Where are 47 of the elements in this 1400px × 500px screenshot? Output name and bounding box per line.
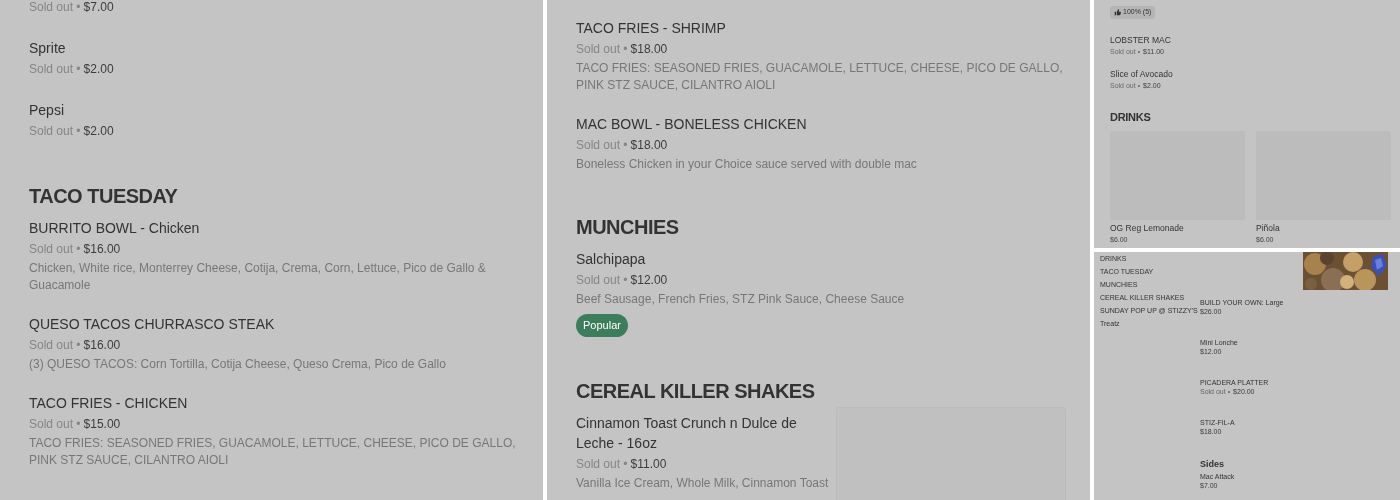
- price-label: $15.00: [83, 416, 121, 433]
- item-name[interactable]: OG Reg Lemonade: [1110, 222, 1245, 234]
- availability-label: Sold out •: [29, 241, 81, 258]
- item-name[interactable]: Salchipapa: [576, 249, 1066, 269]
- item-name[interactable]: MAC BOWL - BONELESS CHICKEN: [576, 114, 1066, 134]
- thumbs-up-icon: [1114, 9, 1121, 16]
- availability-label: Sold out •: [576, 137, 628, 154]
- section-heading: DRINKS: [1110, 110, 1152, 125]
- price-label: $2.00: [83, 123, 114, 140]
- price-label: $16.00: [83, 241, 121, 258]
- price-label: $16.00: [83, 337, 121, 354]
- item-description: Boneless Chicken in your Choice sauce served with double mac: [576, 156, 918, 173]
- item-description: Chicken, White rice, Monterrey Cheese, Cotija, Crema, Corn, Lettuce, Pico de Gallo & Guacamole: [29, 260, 487, 294]
- section-heading: Sides: [1200, 458, 1225, 470]
- availability-label: Sold out •: [576, 455, 628, 473]
- price-label: $12.00: [630, 272, 668, 289]
- price-label: $11.00: [630, 455, 667, 473]
- tag-badge: Popular: [576, 314, 628, 337]
- item-description: TACO FRIES: SEASONED FRIES, GUACAMOLE, LETTUCE, CHEESE, PICO DE GALLO, PINK STZ SAUCE, CILANTRO AIOLI: [29, 435, 517, 469]
- section-heading: TACO TUESDAY: [29, 184, 179, 209]
- price-label: $7.00: [83, 0, 114, 16]
- availability-label: Sold out •: [29, 337, 81, 354]
- availability-label: Sold out •: [576, 272, 628, 289]
- item-name[interactable]: QUESO TACOS CHURRASCO STEAK: [29, 314, 519, 334]
- item-name[interactable]: LOBSTER MAC: [1110, 34, 1390, 46]
- item-name[interactable]: Slice of Avocado: [1110, 68, 1390, 80]
- price-label: $18.00: [630, 137, 668, 154]
- item-description: Vanilla Ice Cream, Whole Milk, Cinnamon Toast: [576, 474, 830, 492]
- section-heading: CEREAL KILLER SHAKES: [576, 378, 816, 404]
- item-name[interactable]: BURRITO BOWL - Chicken: [29, 218, 519, 238]
- item-name[interactable]: Cinnamon Toast Crunch n Dulce de Leche - 16oz: [576, 412, 836, 453]
- availability-label: Sold out •: [29, 123, 81, 140]
- item-name[interactable]: Pepsi: [29, 100, 519, 120]
- availability-label: Sold out •: [29, 61, 81, 78]
- item-description: TACO FRIES: SEASONED FRIES, GUACAMOLE, LETTUCE, CHEESE, PICO DE GALLO, PINK STZ SAUCE, CILANTRO AIOLI: [576, 60, 1064, 94]
- item-description: Beef Sausage, French Fries, STZ Pink Sauce, Cheese Sauce: [576, 291, 906, 308]
- price-label: $18.00: [630, 41, 668, 58]
- item-name[interactable]: Sprite: [29, 38, 519, 58]
- price-label: $2.00: [83, 61, 114, 78]
- item-description: (3) QUESO TACOS: Corn Tortilla, Cotija Cheese, Queso Crema, Pico de Gallo: [29, 356, 447, 373]
- availability-label: Sold out •: [29, 416, 81, 433]
- section-heading: MUNCHIES: [576, 215, 680, 240]
- item-name[interactable]: TACO FRIES - CHICKEN: [29, 393, 519, 413]
- item-name[interactable]: Piñola: [1256, 222, 1391, 234]
- availability-label: Sold out •: [576, 41, 628, 58]
- item-name[interactable]: TACO FRIES - SHRIMP: [576, 18, 1066, 38]
- availability-label: Sold out •: [29, 0, 81, 16]
